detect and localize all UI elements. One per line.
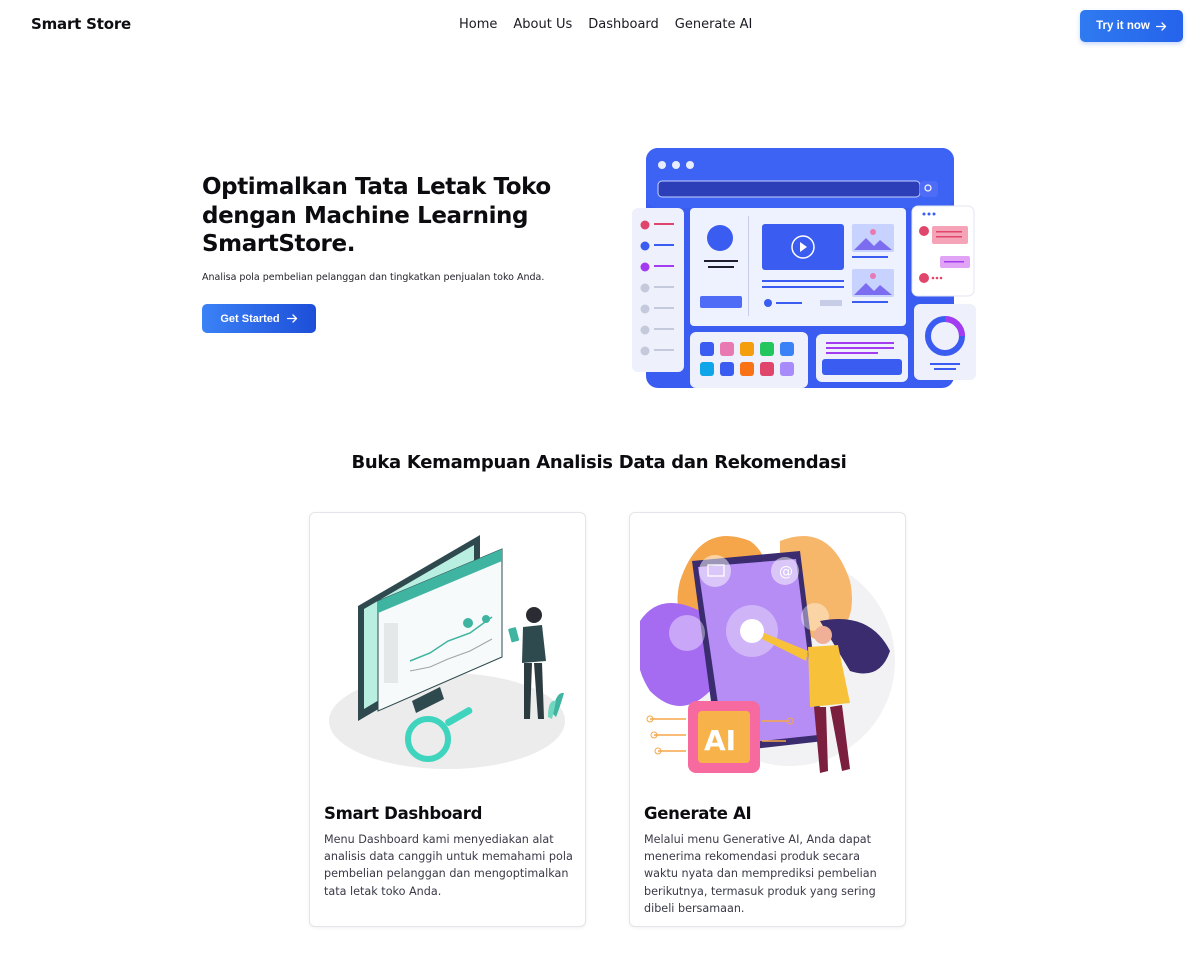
nav-link-home[interactable]: Home [459, 17, 497, 32]
dashboard-ui-illustration [632, 148, 976, 388]
arrow-right-icon [286, 314, 297, 323]
arrow-right-icon [1155, 21, 1166, 31]
get-started-button[interactable]: Get Started [202, 304, 316, 333]
nav-link-generate-ai[interactable]: Generate AI [675, 17, 753, 32]
try-it-now-label: Try it now [1096, 20, 1150, 32]
analytics-dashboard-illustration [329, 535, 565, 769]
svg-text:@: @ [779, 564, 793, 580]
feature-card-smart-dashboard[interactable]: Smart Dashboard Menu Dashboard kami meny… [309, 512, 586, 927]
feature-card-generate-ai[interactable]: @ AI Generate AI Melalui menu Generative… [629, 512, 906, 927]
top-navbar: Smart Store Home About Us Dashboard Gene… [0, 0, 1198, 52]
ai-phone-illustration: @ AI [640, 536, 895, 773]
features-section-title: Buka Kemampuan Analisis Data dan Rekomen… [351, 452, 847, 473]
nav-links: Home About Us Dashboard Generate AI [459, 17, 752, 32]
card-title: Generate AI [644, 804, 752, 823]
try-it-now-button[interactable]: Try it now [1080, 10, 1183, 42]
card-description: Melalui menu Generative AI, Anda dapat m… [644, 833, 877, 915]
nav-link-dashboard[interactable]: Dashboard [588, 17, 659, 32]
hero-subtitle: Analisa pola pembelian pelanggan dan tin… [202, 272, 545, 283]
get-started-label: Get Started [220, 312, 280, 325]
card-description: Menu Dashboard kami menyediakan alat ana… [324, 833, 573, 898]
brand-logo[interactable]: Smart Store [31, 15, 131, 33]
card-title: Smart Dashboard [324, 804, 483, 823]
nav-link-about-us[interactable]: About Us [513, 17, 572, 32]
hero-title: Optimalkan Tata Letak Toko dengan Machin… [202, 174, 551, 257]
ai-badge-text: AI [704, 724, 736, 757]
